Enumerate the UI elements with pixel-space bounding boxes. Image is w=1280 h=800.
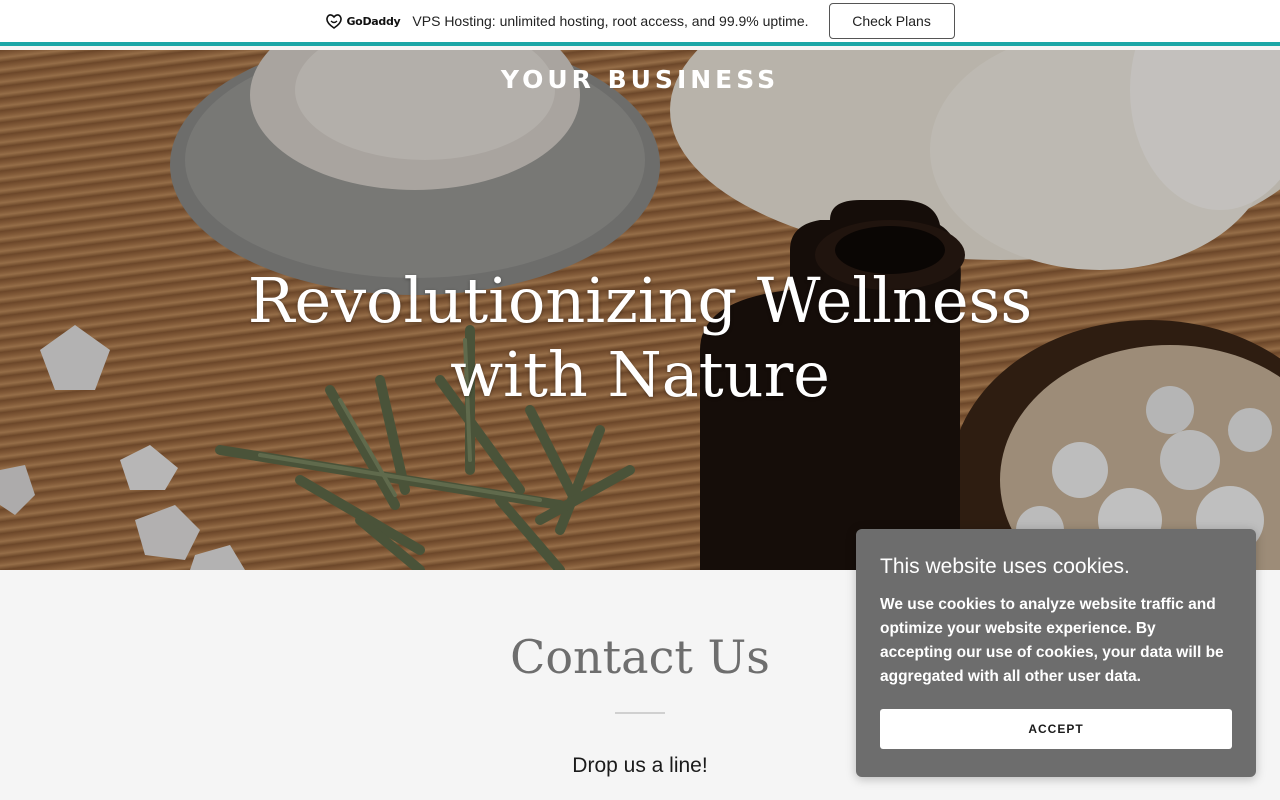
promo-message: VPS Hosting: unlimited hosting, root acc… (412, 13, 809, 29)
accept-cookies-button[interactable]: ACCEPT (880, 709, 1232, 749)
section-divider (615, 712, 665, 714)
check-plans-button[interactable]: Check Plans (828, 3, 955, 39)
godaddy-logo[interactable]: GoDaddy (325, 13, 401, 29)
cookie-banner: This website uses cookies. We use cookie… (856, 529, 1256, 777)
site-brand[interactable]: YOUR BUSINESS (0, 65, 1280, 94)
godaddy-icon (326, 14, 343, 29)
hero-headline-line-1: Revolutionizing Wellness (247, 264, 1033, 337)
hero-headline-line-2: with Nature (450, 338, 830, 411)
godaddy-logo-text: GoDaddy (346, 14, 401, 28)
hero-section: YOUR BUSINESS Revolutionizing Wellness w… (0, 50, 1280, 570)
promo-bar: GoDaddy VPS Hosting: unlimited hosting, … (0, 0, 1280, 46)
cookie-title: This website uses cookies. (880, 555, 1130, 578)
hero-headline: Revolutionizing Wellness with Nature (240, 264, 1040, 412)
cookie-body: We use cookies to analyze website traffi… (880, 596, 1224, 685)
